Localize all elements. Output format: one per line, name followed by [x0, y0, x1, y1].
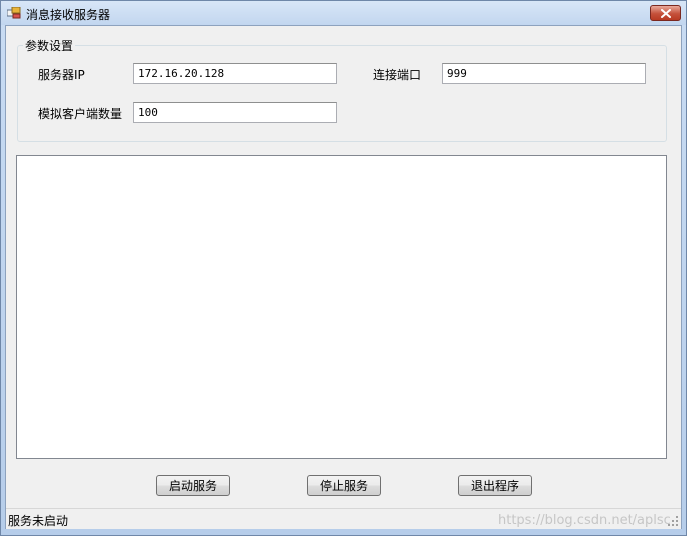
app-window-icon [7, 7, 21, 19]
status-text: 服务未启动 [8, 514, 69, 528]
server-ip-input[interactable] [133, 63, 337, 84]
client-area: 参数设置 服务器IP 连接端口 模拟客户端数量 启动服务 停止服务 退出程序 服… [5, 25, 682, 529]
message-log-textarea[interactable] [16, 155, 667, 459]
status-bar: 服务未启动 https://blog.csdn.net/aplsc [6, 508, 681, 529]
port-input[interactable] [442, 63, 646, 84]
main-window: 消息接收服务器 参数设置 服务器IP 连接端口 模拟客户端数量 启动服务 停止服… [0, 0, 687, 536]
settings-group-title: 参数设置 [23, 37, 76, 54]
window-title: 消息接收服务器 [26, 8, 111, 22]
stop-service-button[interactable]: 停止服务 [307, 475, 381, 496]
sim-clients-label: 模拟客户端数量 [38, 107, 123, 121]
close-icon [660, 8, 671, 18]
title-bar[interactable]: 消息接收服务器 [1, 1, 686, 25]
server-ip-label: 服务器IP [38, 68, 85, 82]
close-button[interactable] [650, 5, 681, 21]
watermark-text: https://blog.csdn.net/aplsc [498, 513, 671, 528]
port-label: 连接端口 [373, 68, 422, 82]
settings-groupbox: 参数设置 [17, 37, 667, 142]
resize-grip-icon[interactable] [667, 515, 679, 527]
exit-program-button[interactable]: 退出程序 [458, 475, 532, 496]
start-service-button[interactable]: 启动服务 [156, 475, 230, 496]
sim-clients-input[interactable] [133, 102, 337, 123]
